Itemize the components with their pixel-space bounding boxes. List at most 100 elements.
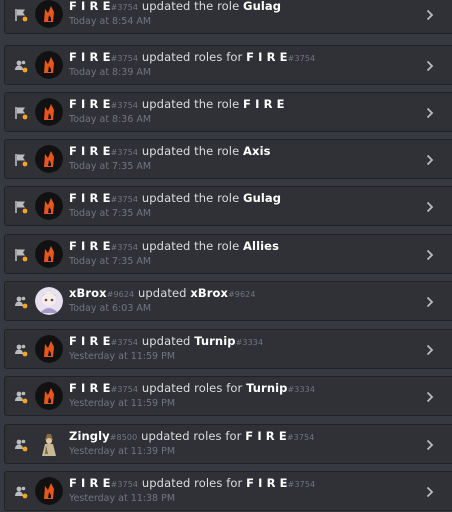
actor-name[interactable]: xBrox	[69, 286, 107, 300]
timestamp: Yesterday at 11:39 PM	[69, 446, 176, 457]
target-name: F I R E	[243, 97, 285, 111]
actor-discriminator: #3754	[110, 243, 139, 252]
target-name: Allies	[243, 239, 280, 253]
actor-name[interactable]: F I R E	[69, 334, 111, 348]
target-name: Gulag	[243, 0, 282, 13]
member-update-icon	[15, 60, 28, 73]
chevron-right-icon[interactable]	[426, 60, 434, 72]
entry-summary: F I R E#3754 updated roles for F I R E#3…	[69, 50, 315, 64]
audit-log-entry[interactable]: xBrox#9624 updated xBrox#9624 Today at 6…	[4, 281, 452, 321]
audit-log-entry[interactable]: F I R E#3754 updated roles for F I R E#3…	[4, 45, 452, 85]
avatar[interactable]	[35, 287, 63, 315]
avatar[interactable]	[35, 51, 63, 79]
role-flag-icon	[15, 154, 28, 167]
chevron-right-icon[interactable]	[426, 439, 434, 451]
target-name[interactable]: F I R E	[246, 476, 288, 490]
entry-summary: xBrox#9624 updated xBrox#9624	[69, 286, 256, 300]
actor-discriminator: #3754	[110, 3, 139, 12]
audit-log-entry[interactable]: F I R E#3754 updated the role Allies Tod…	[4, 234, 452, 274]
audit-log-list: F I R E#3754 updated the role Gulag Toda…	[0, 0, 452, 512]
actor-name[interactable]: F I R E	[69, 239, 111, 253]
entry-summary: F I R E#3754 updated the role Gulag	[69, 0, 281, 13]
action-text: updated the role	[141, 0, 240, 13]
entry-summary: F I R E#3754 updated the role Allies	[69, 239, 279, 253]
actor-name[interactable]: F I R E	[69, 97, 111, 111]
member-update-icon	[15, 296, 28, 309]
audit-log-entry[interactable]: F I R E#3754 updated the role F I R E To…	[4, 92, 452, 132]
actor-discriminator: #3754	[110, 54, 139, 63]
member-update-icon	[15, 486, 28, 499]
actor-discriminator: #9624	[106, 290, 135, 299]
target-name[interactable]: xBrox	[190, 286, 228, 300]
role-flag-icon	[15, 9, 28, 22]
audit-log-entry[interactable]: F I R E#3754 updated roles for Turnip#33…	[4, 376, 452, 416]
audit-log-entry[interactable]: F I R E#3754 updated Turnip#3334 Yesterd…	[4, 329, 452, 369]
target-name[interactable]: F I R E	[246, 50, 288, 64]
avatar[interactable]	[35, 98, 63, 126]
audit-log-entry[interactable]: F I R E#3754 updated the role Gulag Toda…	[4, 186, 452, 226]
entry-summary: Zingly#8500 updated roles for F I R E#37…	[69, 429, 314, 443]
target-name[interactable]: Turnip	[194, 334, 235, 348]
chevron-right-icon[interactable]	[426, 249, 434, 261]
avatar[interactable]	[35, 430, 63, 458]
timestamp: Today at 7:35 AM	[69, 161, 152, 172]
avatar[interactable]	[35, 0, 63, 28]
audit-log-entry[interactable]: F I R E#3754 updated the role Axis Today…	[4, 139, 452, 179]
entry-summary: F I R E#3754 updated the role F I R E	[69, 97, 285, 111]
chevron-right-icon[interactable]	[426, 344, 434, 356]
avatar[interactable]	[35, 477, 63, 505]
action-text: updated	[141, 334, 191, 348]
audit-log-entry[interactable]: F I R E#3754 updated the role Gulag Toda…	[4, 0, 452, 34]
actor-name[interactable]: Zingly	[69, 429, 110, 443]
timestamp: Yesterday at 11:38 PM	[69, 493, 176, 504]
actor-name[interactable]: F I R E	[69, 0, 111, 13]
chevron-right-icon[interactable]	[426, 296, 434, 308]
target-name: Axis	[243, 144, 271, 158]
timestamp: Today at 6:03 AM	[69, 303, 152, 314]
entry-summary: F I R E#3754 updated the role Gulag	[69, 191, 281, 205]
actor-name[interactable]: F I R E	[69, 191, 111, 205]
target-discriminator: #9624	[228, 290, 256, 299]
target-name: Gulag	[243, 191, 282, 205]
timestamp: Yesterday at 11:59 PM	[69, 398, 176, 409]
actor-name[interactable]: F I R E	[69, 381, 111, 395]
actor-name[interactable]: F I R E	[69, 50, 111, 64]
actor-discriminator: #3754	[110, 385, 139, 394]
member-update-icon	[15, 344, 28, 357]
member-update-icon	[15, 391, 28, 404]
action-text: updated roles for	[141, 50, 243, 64]
timestamp: Today at 7:35 AM	[69, 256, 152, 267]
audit-log-entry[interactable]: F I R E#3754 updated roles for F I R E#3…	[4, 471, 452, 511]
timestamp: Today at 7:35 AM	[69, 208, 152, 219]
actor-discriminator: #3754	[110, 480, 139, 489]
avatar[interactable]	[35, 192, 63, 220]
actor-discriminator: #3754	[110, 338, 139, 347]
audit-log-entry[interactable]: Zingly#8500 updated roles for F I R E#37…	[4, 424, 452, 464]
role-flag-icon	[15, 201, 28, 214]
chevron-right-icon[interactable]	[426, 9, 434, 21]
actor-name[interactable]: F I R E	[69, 144, 111, 158]
role-flag-icon	[15, 107, 28, 120]
actor-discriminator: #3754	[110, 195, 139, 204]
target-discriminator: #3754	[286, 433, 315, 442]
action-text: updated roles for	[141, 429, 242, 443]
avatar[interactable]	[35, 240, 63, 268]
action-text: updated roles for	[141, 476, 243, 490]
actor-name[interactable]: F I R E	[69, 476, 111, 490]
timestamp: Today at 8:39 AM	[69, 67, 152, 78]
chevron-right-icon[interactable]	[426, 154, 434, 166]
avatar[interactable]	[35, 335, 63, 363]
chevron-right-icon[interactable]	[426, 391, 434, 403]
entry-summary: F I R E#3754 updated Turnip#3334	[69, 334, 263, 348]
target-name[interactable]: Turnip	[246, 381, 287, 395]
chevron-right-icon[interactable]	[426, 107, 434, 119]
entry-summary: F I R E#3754 updated the role Axis	[69, 144, 271, 158]
chevron-right-icon[interactable]	[426, 201, 434, 213]
target-name[interactable]: F I R E	[245, 429, 287, 443]
action-text: updated the role	[141, 191, 240, 205]
target-discriminator: #3754	[287, 480, 316, 489]
chevron-right-icon[interactable]	[426, 486, 434, 498]
avatar[interactable]	[35, 382, 63, 410]
avatar[interactable]	[35, 145, 63, 173]
role-flag-icon	[15, 249, 28, 262]
